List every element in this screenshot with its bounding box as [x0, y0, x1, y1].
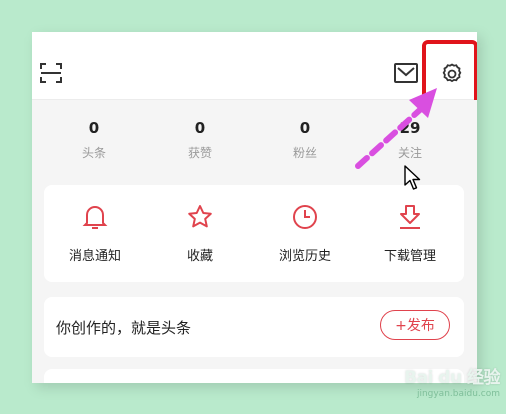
- pointer-arrow-annotation: [355, 88, 437, 169]
- mouse-cursor-icon: [404, 165, 422, 195]
- watermark-logo: Bai du 经验: [404, 368, 500, 388]
- watermark: Bai du 经验 jingyan.baidu.com: [390, 368, 500, 412]
- watermark-url: jingyan.baidu.com: [416, 389, 500, 399]
